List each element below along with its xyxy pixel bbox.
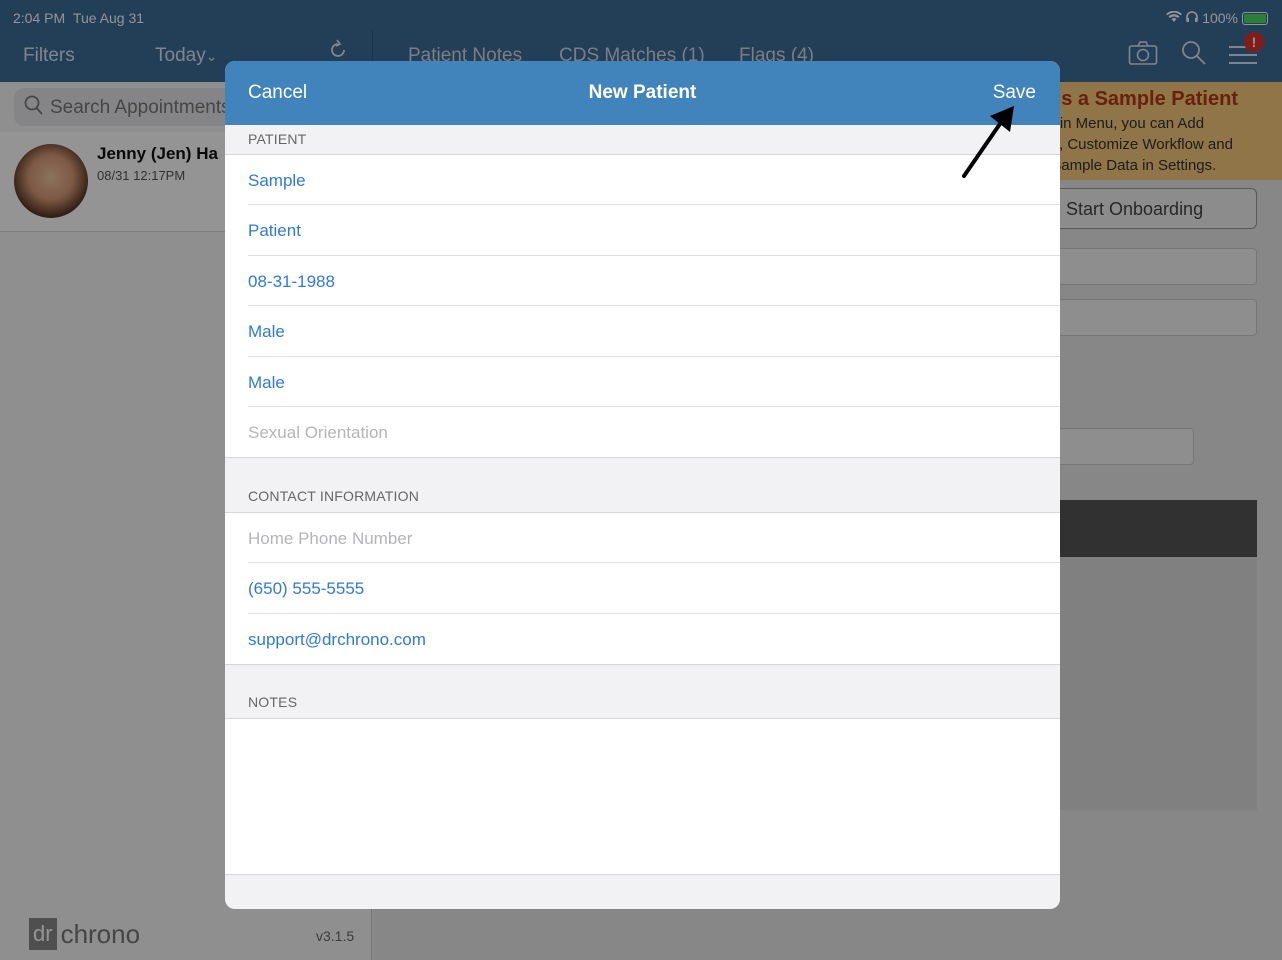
save-button[interactable]: Save (993, 82, 1036, 104)
modal-title: New Patient (588, 82, 697, 103)
cell-phone-field[interactable]: (650) 555-5555 (248, 563, 1060, 614)
notes-section-label: NOTES (248, 694, 298, 710)
modal-header: Cancel New Patient Save (225, 61, 1060, 125)
email-field[interactable]: support@drchrono.com (248, 614, 1060, 664)
new-patient-modal: Cancel New Patient Save PATIENT Sample P… (225, 61, 1060, 909)
home-phone-field[interactable]: Home Phone Number (248, 513, 1060, 564)
sexual-orientation-field[interactable]: Sexual Orientation (248, 407, 1060, 457)
contact-fields-group: Home Phone Number (650) 555-5555 support… (225, 512, 1060, 666)
contact-section-label: CONTACT INFORMATION (248, 488, 420, 504)
gender-field[interactable]: Male (248, 357, 1060, 407)
first-name-field[interactable]: Sample (248, 155, 1060, 206)
notes-textarea[interactable] (225, 718, 1060, 875)
patient-section-label: PATIENT (248, 131, 307, 147)
sex-field[interactable]: Male (248, 306, 1060, 357)
annotation-arrow-icon (962, 106, 1014, 178)
last-name-field[interactable]: Patient (248, 205, 1060, 256)
patient-fields-group: Sample Patient 08-31-1988 Male Male Sexu… (225, 154, 1060, 459)
date-of-birth-field[interactable]: 08-31-1988 (248, 256, 1060, 307)
